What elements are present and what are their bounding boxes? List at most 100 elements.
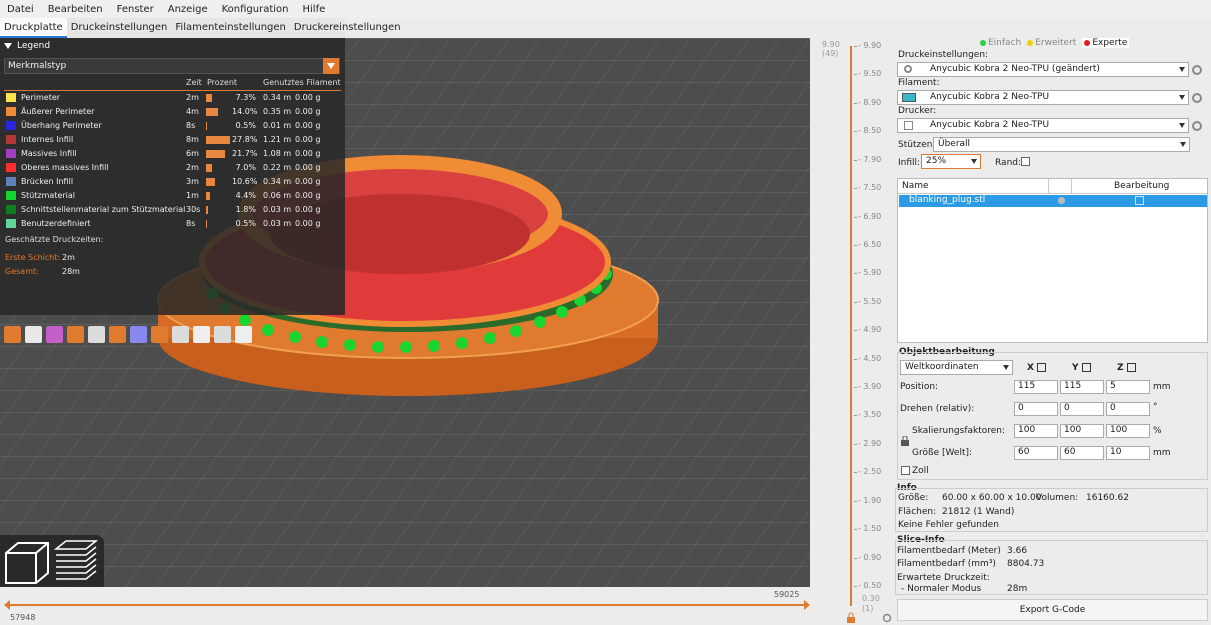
tab-druckplatte[interactable]: Druckplatte xyxy=(0,18,67,38)
mode-expert[interactable]: Experte xyxy=(1082,38,1130,48)
legend-time: 6m xyxy=(186,149,199,158)
lock-icon[interactable] xyxy=(846,612,856,624)
dropdown-arrow-icon[interactable] xyxy=(323,58,339,74)
legend-row[interactable]: Stützmaterial 1m 4.4% 0.06 m 0.00 g xyxy=(0,189,345,203)
hslider-track[interactable] xyxy=(8,604,804,606)
printer-edit-icon[interactable] xyxy=(1192,121,1202,131)
scale-lock-icon[interactable] xyxy=(901,436,909,446)
infill-select[interactable]: 25% xyxy=(921,154,981,169)
position-y-field[interactable]: 115 xyxy=(1060,380,1104,394)
size-z-field[interactable]: 10 xyxy=(1106,446,1150,460)
object-row[interactable]: blanking_plug.stl xyxy=(899,195,1207,207)
menu-bearbeiten[interactable]: Bearbeiten xyxy=(41,4,110,15)
brim-checkbox[interactable] xyxy=(1021,157,1030,166)
reset-z-icon[interactable] xyxy=(1127,363,1136,372)
filament-select[interactable]: Anycubic Kobra 2 Neo-TPU xyxy=(897,90,1189,105)
position-x-field[interactable]: 115 xyxy=(1014,380,1058,394)
legend-row[interactable]: Perimeter 2m 7.3% 0.34 m 0.00 g xyxy=(0,91,345,105)
size-x-field[interactable]: 60 xyxy=(1014,446,1058,460)
deretraction-icon[interactable] xyxy=(67,326,84,343)
scale-x-field[interactable]: 100 xyxy=(1014,424,1058,438)
rotate-z-field[interactable]: 0 xyxy=(1106,402,1150,416)
mode-simple[interactable]: Einfach xyxy=(980,38,1021,48)
vslider-track[interactable] xyxy=(850,46,852,606)
color-change-icon[interactable] xyxy=(130,326,147,343)
vslider-tick-label: - 9.90 xyxy=(858,41,882,50)
menu-hilfe[interactable]: Hilfe xyxy=(296,4,333,15)
shells-icon[interactable] xyxy=(214,326,231,343)
legend-row[interactable]: Äußerer Perimeter 4m 14.0% 0.35 m 0.00 g xyxy=(0,105,345,119)
legend-grams: 0.00 g xyxy=(295,205,321,214)
scale-label: Skalierungsfaktoren: xyxy=(912,426,1006,436)
menu-anzeige[interactable]: Anzeige xyxy=(161,4,215,15)
inch-checkbox[interactable] xyxy=(901,466,910,475)
mode-advanced[interactable]: Erweitert xyxy=(1027,38,1076,48)
vslider-tick-label: - 6.90 xyxy=(858,211,882,221)
rotate-x-field[interactable]: 0 xyxy=(1014,402,1058,416)
vslider-tick xyxy=(854,415,857,417)
layers-view-icon[interactable] xyxy=(53,540,99,580)
legend-header[interactable]: Legend xyxy=(0,38,345,53)
print-settings-select[interactable]: Anycubic Kobra 2 Neo-TPU (geändert) xyxy=(897,62,1189,77)
tool-change-icon[interactable] xyxy=(109,326,126,343)
travel-icon[interactable] xyxy=(4,326,21,343)
custom-gcode-icon[interactable] xyxy=(172,326,189,343)
printer-select[interactable]: Anycubic Kobra 2 Neo-TPU xyxy=(897,118,1189,133)
settings-gear-icon[interactable] xyxy=(882,613,892,623)
3d-view-icon[interactable] xyxy=(5,542,49,584)
legend-row[interactable]: Massives Infill 6m 21.7% 1.08 m 0.00 g xyxy=(0,147,345,161)
legend-row[interactable]: Brücken Infill 3m 10.6% 0.34 m 0.00 g xyxy=(0,175,345,189)
rotate-y-field[interactable]: 0 xyxy=(1060,402,1104,416)
retraction-icon[interactable] xyxy=(46,326,63,343)
position-z-field[interactable]: 5 xyxy=(1106,380,1150,394)
tool-marker-icon[interactable] xyxy=(235,326,252,343)
center-of-gravity-icon[interactable] xyxy=(193,326,210,343)
tab-filamenteinstellungen[interactable]: Filamenteinstellungen xyxy=(171,18,289,38)
scale-y-field[interactable]: 100 xyxy=(1060,424,1104,438)
legend-row[interactable]: Oberes massives Infill 2m 7.0% 0.22 m 0.00 g xyxy=(0,161,345,175)
chevron-down-icon xyxy=(1180,142,1186,147)
reset-y-icon[interactable] xyxy=(1082,363,1091,372)
menu-fenster[interactable]: Fenster xyxy=(110,4,161,15)
legend-grams: 0.00 g xyxy=(295,219,321,228)
drop-to-bed-icon[interactable] xyxy=(1037,363,1046,372)
support-label: Stützen: xyxy=(898,140,936,150)
tab-druckereinstellungen[interactable]: Druckereinstellungen xyxy=(290,18,405,38)
vslider-tick xyxy=(854,131,857,133)
vslider-tick xyxy=(854,358,857,360)
seams-icon[interactable] xyxy=(88,326,105,343)
legend-feature-name: Oberes massives Infill xyxy=(21,163,109,172)
legend-percent-bar xyxy=(206,136,230,144)
vslider-tick-label: - 3.50 xyxy=(858,410,882,420)
edit-object-icon[interactable] xyxy=(1135,196,1144,205)
menu-konfiguration[interactable]: Konfiguration xyxy=(215,4,296,15)
scale-unit: % xyxy=(1153,426,1162,436)
pause-icon[interactable] xyxy=(151,326,168,343)
export-gcode-button[interactable]: Export G-Code xyxy=(897,599,1208,621)
print-settings-edit-icon[interactable] xyxy=(1192,65,1202,75)
vslider-tick xyxy=(854,102,857,104)
legend-time: 30s xyxy=(186,205,201,214)
legend-row[interactable]: Internes Infill 8m 27.8% 1.21 m 0.00 g xyxy=(0,133,345,147)
collapse-triangle-icon[interactable] xyxy=(4,42,12,49)
wipe-icon[interactable] xyxy=(25,326,42,343)
legend-row[interactable]: Benutzerdefiniert 8s 0.5% 0.03 m 0.00 g xyxy=(0,217,345,231)
tab-druckeinstellungen[interactable]: Druckeinstellungen xyxy=(67,18,172,38)
legend-time: 2m xyxy=(186,163,199,172)
legend-color-swatch xyxy=(6,191,16,200)
size-y-field[interactable]: 60 xyxy=(1060,446,1104,460)
support-select[interactable]: Überall xyxy=(933,137,1190,152)
menu-datei[interactable]: Datei xyxy=(0,4,41,15)
legend-meters: 0.34 m xyxy=(263,93,292,102)
legend-row[interactable]: Überhang Perimeter 8s 0.5% 0.01 m 0.00 g xyxy=(0,119,345,133)
object-name: blanking_plug.stl xyxy=(909,195,986,205)
scale-z-field[interactable]: 100 xyxy=(1106,424,1150,438)
right-sidebar: Einfach Erweitert Experte Druckeinstellu… xyxy=(895,38,1211,625)
coordinate-system-select[interactable]: Weltkoordinaten xyxy=(900,360,1013,375)
legend-row[interactable]: Schnittstellenmaterial zum Stützmaterial… xyxy=(0,203,345,217)
filament-edit-icon[interactable] xyxy=(1192,93,1202,103)
view-type-combo[interactable]: Merkmalstyp xyxy=(4,58,340,74)
legend-feature-name: Überhang Perimeter xyxy=(21,121,102,130)
legend-percent: 10.6% xyxy=(232,177,258,186)
hslider-left-thumb-icon[interactable] xyxy=(2,599,14,611)
